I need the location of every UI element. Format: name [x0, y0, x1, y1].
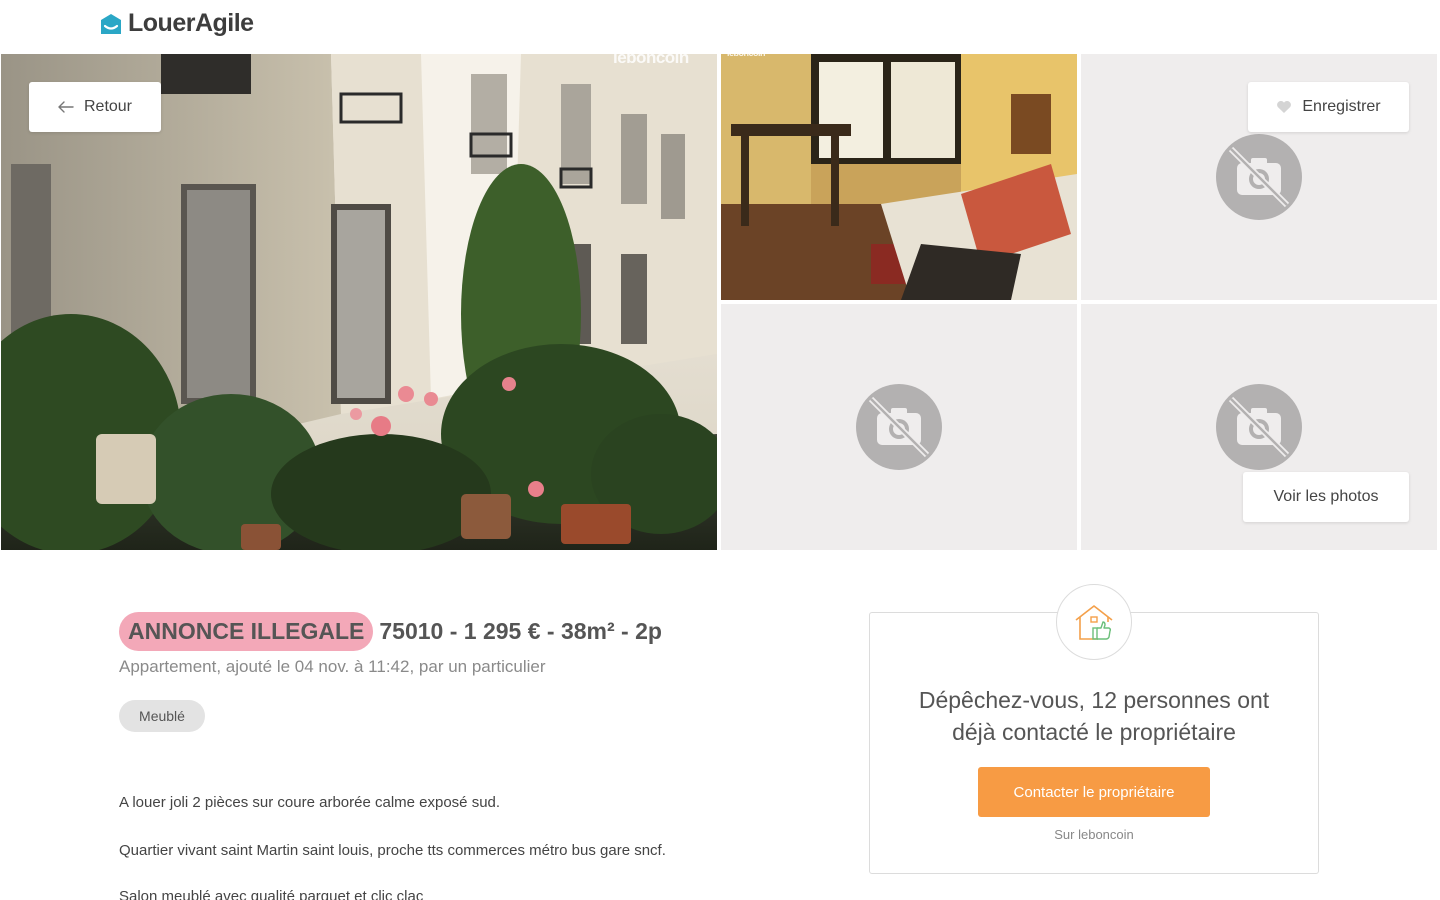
illegal-listing-badge: ANNONCE ILLEGALE — [119, 612, 374, 651]
photo-placeholder[interactable] — [721, 304, 1077, 550]
no-photo-icon — [1216, 384, 1302, 470]
contact-owner-button[interactable]: Contacter le propriétaire — [978, 767, 1210, 817]
no-photo-icon — [1216, 134, 1302, 220]
house-thumbs-up-badge — [1056, 584, 1132, 660]
save-button-label: Enregistrer — [1302, 98, 1381, 115]
logo[interactable]: LouerAgile — [100, 9, 254, 38]
photo-gallery: leboncoin leboncoin — [0, 54, 1440, 550]
description-paragraph: A louer joli 2 pièces sur coure arborée … — [119, 794, 501, 811]
listing-headline: 75010 - 1 295 € - 38m² - 2p — [379, 618, 662, 644]
contact-card-heading-line: déjà contacté le propriétaire — [952, 719, 1236, 745]
listing-subtitle: Appartement, ajouté le 04 nov. à 11:42, … — [119, 657, 546, 676]
interior-photo-image — [721, 54, 1077, 300]
contact-card-heading: Dépêchez-vous, 12 personnes ont déjà con… — [869, 684, 1319, 748]
heart-icon — [1277, 101, 1292, 113]
photo-watermark: leboncoin — [613, 54, 689, 67]
save-button[interactable]: Enregistrer — [1248, 82, 1409, 132]
photo-watermark: leboncoin — [727, 54, 766, 58]
contact-card-heading-line: Dépêchez-vous, 12 personnes ont — [918, 687, 1270, 713]
arrow-left-icon — [58, 101, 74, 113]
see-photos-label: Voir les photos — [1273, 488, 1379, 505]
source-label: Sur leboncoin — [1054, 827, 1134, 842]
no-photo-icon — [856, 384, 942, 470]
see-photos-button[interactable]: Voir les photos — [1243, 472, 1409, 522]
listing-title: ANNONCE ILLEGALE 75010 - 1 295 € - 38m² … — [119, 612, 662, 651]
description-paragraph: Quartier vivant saint Martin saint louis… — [119, 842, 666, 859]
top-header: LouerAgile — [0, 0, 1440, 54]
house-thumbs-up-icon — [1075, 605, 1113, 640]
furnished-tag: Meublé — [119, 700, 205, 732]
logo-text: LouerAgile — [128, 9, 254, 37]
interior-photo[interactable]: leboncoin — [721, 54, 1077, 300]
description-paragraph: Salon meublé avec qualité parquet et cli… — [119, 888, 424, 900]
logo-house-icon — [101, 13, 121, 34]
back-button[interactable]: Retour — [29, 82, 161, 132]
back-button-label: Retour — [83, 98, 133, 115]
